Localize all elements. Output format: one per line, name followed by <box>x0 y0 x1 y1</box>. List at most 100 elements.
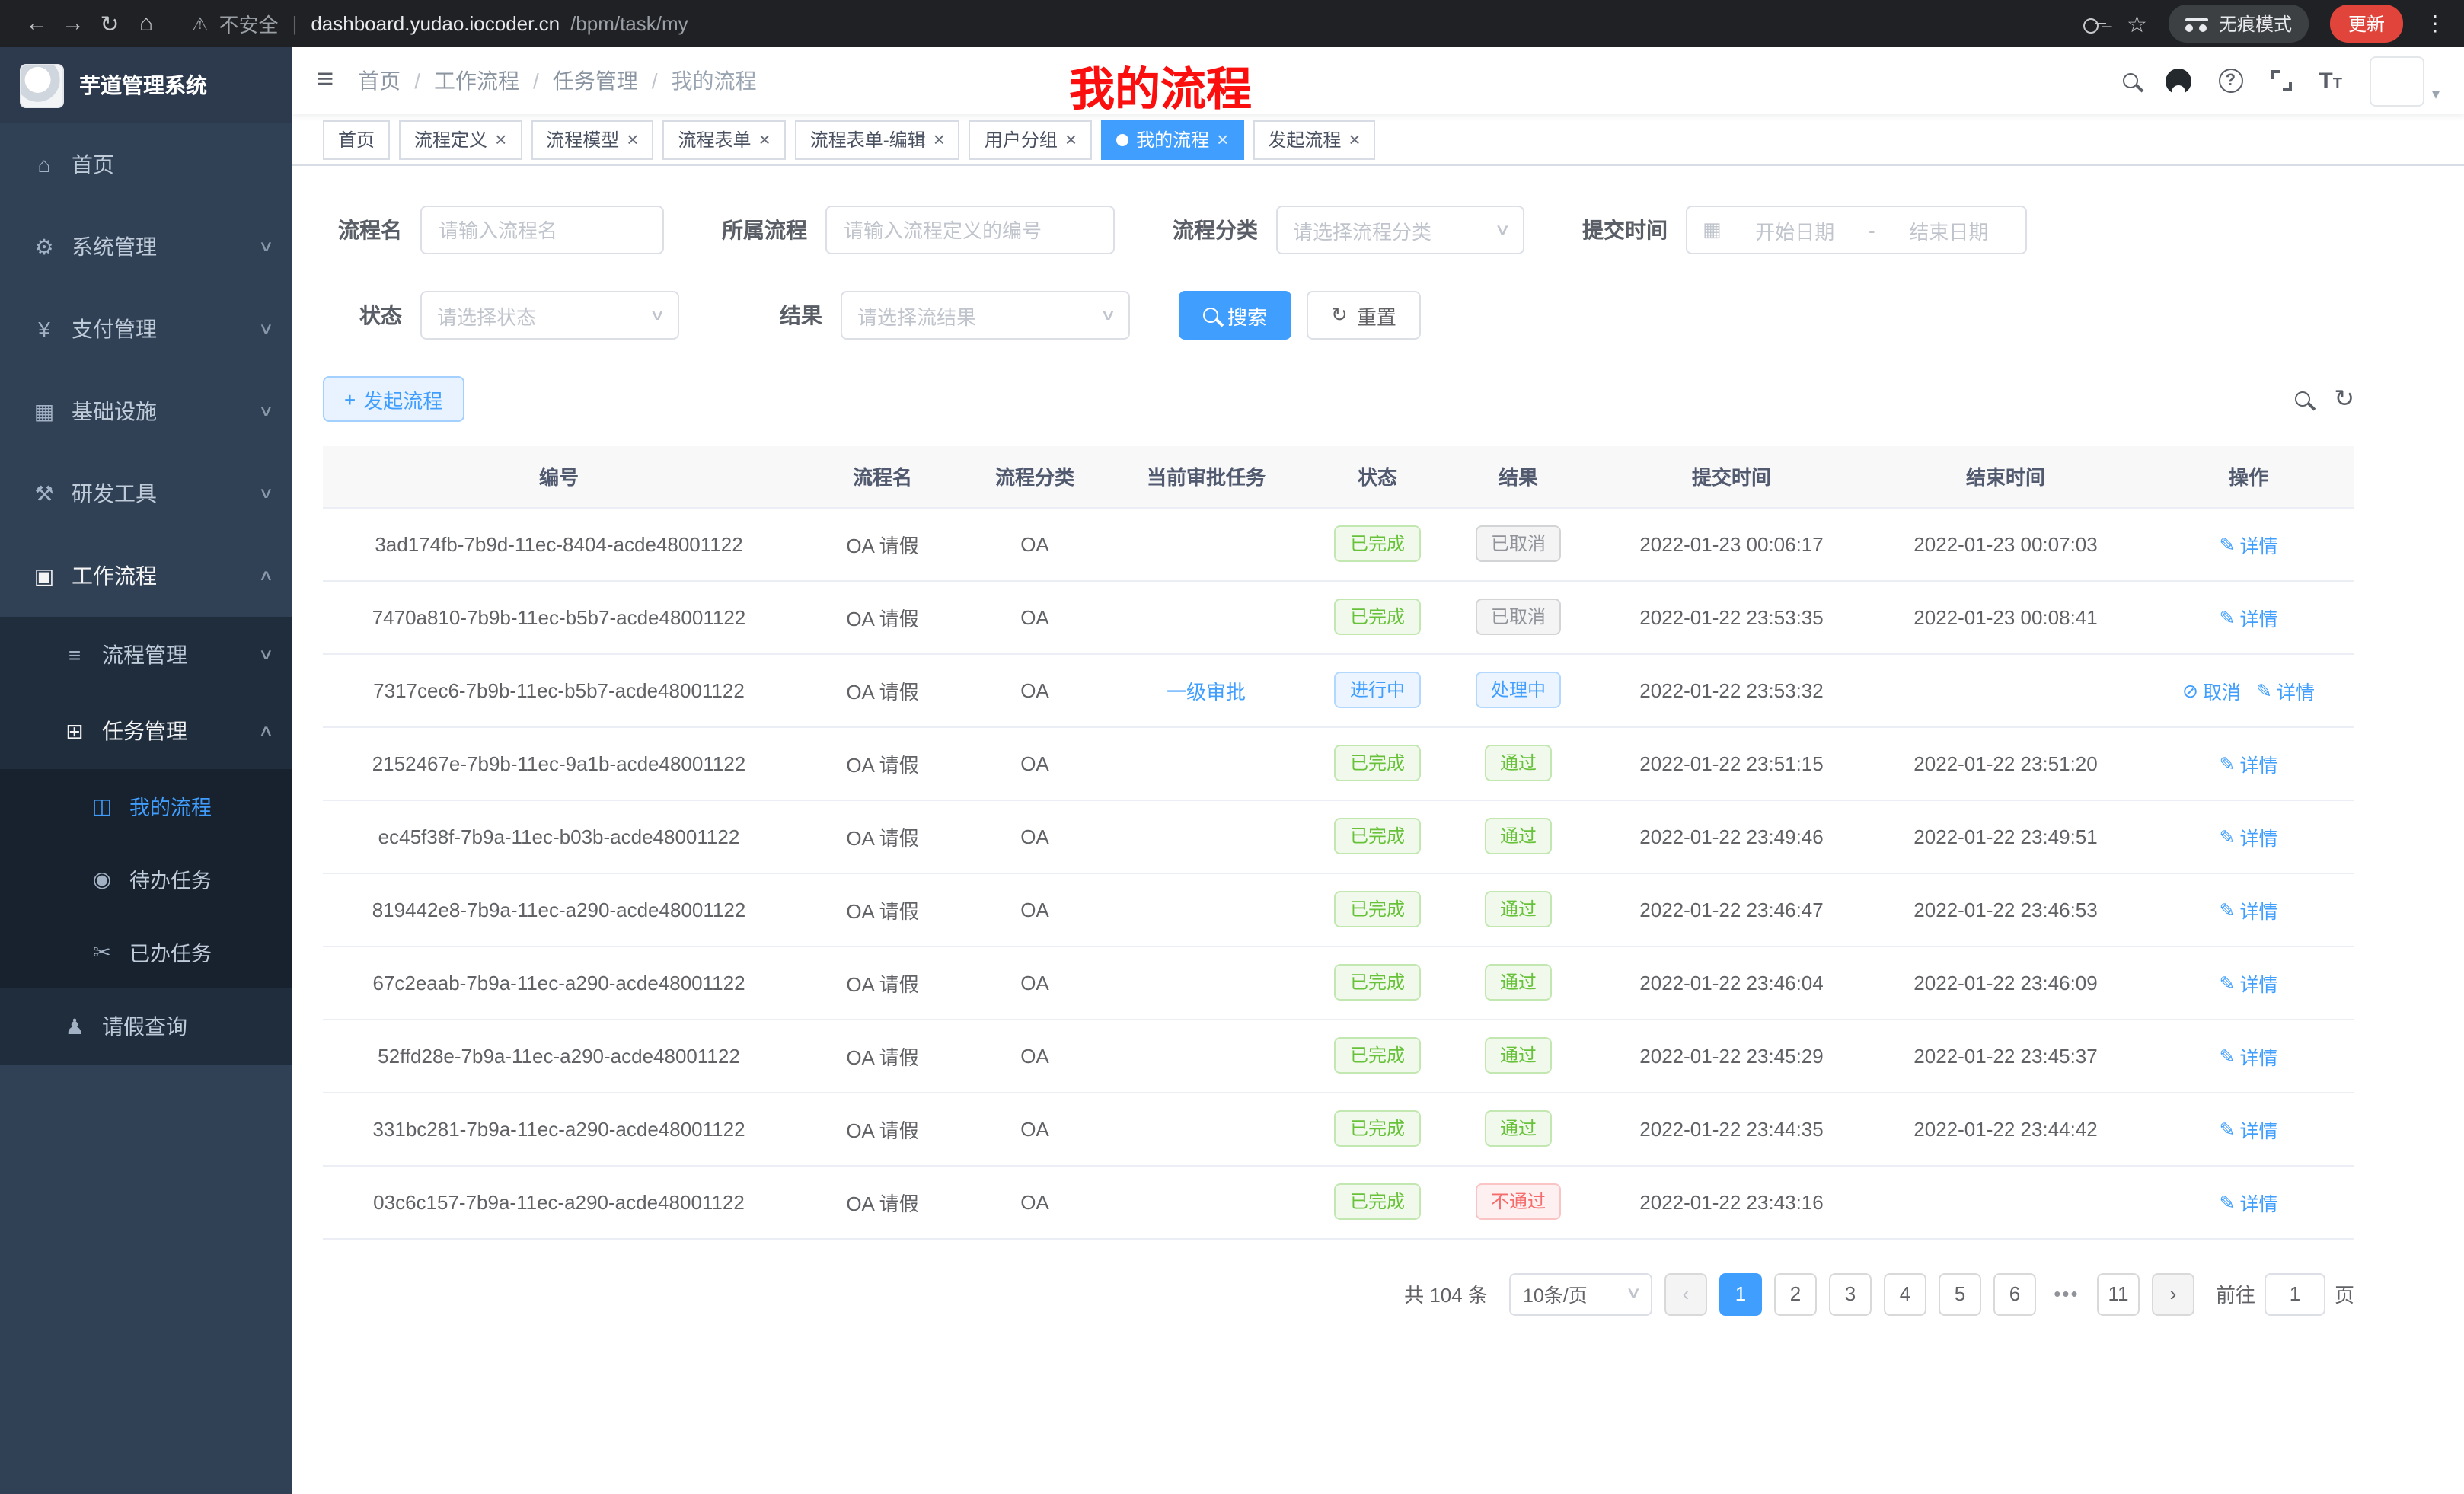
create-process-button[interactable]: + 发起流程 <box>323 376 464 422</box>
close-icon[interactable]: × <box>1065 129 1077 149</box>
tab-流程表单-编辑[interactable]: 流程表单-编辑× <box>795 120 960 159</box>
table-header-row: 编号流程名流程分类当前审批任务状态结果提交时间结束时间操作 <box>323 446 2354 507</box>
font-size-icon[interactable]: TT <box>2319 68 2342 94</box>
tab-流程定义[interactable]: 流程定义× <box>399 120 522 159</box>
breadcrumb-item[interactable]: 首页 <box>358 65 401 96</box>
page-button-11[interactable]: 11 <box>2097 1272 2140 1315</box>
actions-cell: ✎详情 <box>2143 580 2354 653</box>
page-button-3[interactable]: 3 <box>1829 1272 1872 1315</box>
sidebar-item-任务管理[interactable]: ⊞任务管理∧ <box>0 693 292 769</box>
sidebar-item-工作流程[interactable]: ▣工作流程∧ <box>0 535 292 617</box>
close-icon[interactable]: × <box>759 129 771 149</box>
sidebar-item-支付管理[interactable]: ¥支付管理∨ <box>0 288 292 370</box>
close-icon[interactable]: × <box>1217 129 1228 149</box>
tab-流程表单[interactable]: 流程表单× <box>662 120 785 159</box>
tab-首页[interactable]: 首页 <box>323 120 390 159</box>
result-select[interactable]: 请选择流结果 ∨ <box>841 291 1130 340</box>
next-page-button[interactable]: › <box>2152 1272 2194 1315</box>
status-cell: 已完成 <box>1313 1165 1442 1238</box>
end-time-cell: 2022-01-22 23:49:51 <box>1869 800 2143 873</box>
date-range-picker[interactable]: ▦ 开始日期 - 结束日期 <box>1686 206 2027 254</box>
status-cell: 已完成 <box>1313 946 1442 1019</box>
sidebar-item-流程管理[interactable]: ≡流程管理∨ <box>0 617 292 693</box>
search-icon[interactable] <box>2122 73 2137 88</box>
prev-page-button[interactable]: ‹ <box>1664 1272 1707 1315</box>
github-icon[interactable] <box>2165 68 2191 94</box>
page-size-select[interactable]: 10条/页 ∨ <box>1509 1272 1652 1315</box>
detail-action[interactable]: ✎详情 <box>2220 895 2278 924</box>
home-icon[interactable]: ⌂ <box>128 11 164 37</box>
sidebar-item-label: 流程管理 <box>102 640 187 670</box>
page-button-6[interactable]: 6 <box>1993 1272 2036 1315</box>
breadcrumb-item[interactable]: 任务管理 <box>553 65 638 96</box>
chevron-down-icon: ▾ <box>2432 86 2440 106</box>
sidebar-item-待办任务[interactable]: ◉待办任务 <box>0 842 292 915</box>
process-name-input[interactable] <box>420 206 664 254</box>
help-icon[interactable]: ? <box>2218 69 2242 93</box>
browser-menu-icon[interactable]: ⋮ <box>2424 11 2446 37</box>
user-menu[interactable]: ▾ <box>2370 56 2440 106</box>
sidebar-item-已办任务[interactable]: ✂已办任务 <box>0 915 292 988</box>
tab-发起流程[interactable]: 发起流程× <box>1253 120 1375 159</box>
status-select[interactable]: 请选择状态 ∨ <box>420 291 679 340</box>
font-size-small: T <box>2333 75 2342 92</box>
reset-button[interactable]: ↻ 重置 <box>1307 291 1421 340</box>
sidebar-item-我的流程[interactable]: ◫我的流程 <box>0 769 292 842</box>
password-key-icon[interactable] <box>2083 18 2105 30</box>
tab-我的流程[interactable]: 我的流程× <box>1101 120 1243 159</box>
goto-page-input[interactable] <box>2265 1272 2325 1315</box>
incognito-icon <box>2185 16 2208 31</box>
table-tools: ↻ <box>2294 384 2354 414</box>
parent-process-input[interactable] <box>825 206 1115 254</box>
detail-action[interactable]: ✎详情 <box>2220 529 2278 558</box>
column-header: 提交时间 <box>1594 446 1869 507</box>
avatar[interactable] <box>2370 56 2424 106</box>
close-icon[interactable]: × <box>1348 129 1360 149</box>
toggle-search-icon[interactable] <box>2294 391 2309 407</box>
sidebar-item-首页[interactable]: ⌂首页 <box>0 123 292 206</box>
close-icon[interactable]: × <box>627 129 638 149</box>
cancel-action[interactable]: ⊘取消 <box>2182 675 2241 704</box>
refresh-icon[interactable]: ↻ <box>2334 384 2354 414</box>
sidebar-item-研发工具[interactable]: ⚒研发工具∨ <box>0 452 292 535</box>
table-row: 52ffd28e-7b9a-11ec-a290-acde48001122OA 请… <box>323 1019 2354 1092</box>
detail-action[interactable]: ✎详情 <box>2220 1114 2278 1143</box>
sidebar-item-请假查询[interactable]: ♟请假查询 <box>0 988 292 1065</box>
category-cell: OA <box>970 580 1100 653</box>
close-icon[interactable]: × <box>495 129 506 149</box>
hamburger-icon[interactable]: ≡ <box>317 64 334 97</box>
close-icon[interactable]: × <box>934 129 945 149</box>
detail-action[interactable]: ✎详情 <box>2256 675 2315 704</box>
bookmark-star-icon[interactable]: ☆ <box>2127 10 2147 37</box>
page-button-1[interactable]: 1 <box>1719 1272 1762 1315</box>
detail-action[interactable]: ✎详情 <box>2220 822 2278 851</box>
detail-action[interactable]: ✎详情 <box>2220 968 2278 997</box>
current-task-link[interactable]: 一级审批 <box>1167 680 1246 703</box>
tab-用户分组[interactable]: 用户分组× <box>969 120 1092 159</box>
sidebar-item-基础设施[interactable]: ▦基础设施∨ <box>0 370 292 452</box>
tab-流程模型[interactable]: 流程模型× <box>531 120 653 159</box>
reload-icon[interactable]: ↻ <box>91 10 128 37</box>
address-bar[interactable]: ⚠ 不安全 | dashboard.yudao.iocoder.cn/bpm/t… <box>192 9 2083 38</box>
page-title-overlay: 我的流程 <box>1069 52 1252 119</box>
category-select[interactable]: 请选择流程分类 ∨ <box>1276 206 1524 254</box>
filter-row-1: 流程名 所属流程 流程分类 请选择流程分类 ∨ <box>323 206 2354 254</box>
back-icon[interactable]: ← <box>18 11 55 37</box>
update-button[interactable]: 更新 <box>2330 5 2403 43</box>
detail-action[interactable]: ✎详情 <box>2220 1187 2278 1216</box>
page-button-5[interactable]: 5 <box>1939 1272 1981 1315</box>
forward-icon[interactable]: → <box>55 11 91 37</box>
pagination-ellipsis[interactable]: ••• <box>2048 1282 2085 1305</box>
detail-action[interactable]: ✎详情 <box>2220 1041 2278 1070</box>
process-id-cell: ec45f38f-7b9a-11ec-b03b-acde48001122 <box>323 800 795 873</box>
page-button-4[interactable]: 4 <box>1884 1272 1926 1315</box>
page-button-2[interactable]: 2 <box>1774 1272 1817 1315</box>
column-header: 状态 <box>1313 446 1442 507</box>
search-button[interactable]: 搜索 <box>1179 291 1291 340</box>
detail-action[interactable]: ✎详情 <box>2220 602 2278 631</box>
fullscreen-icon[interactable] <box>2270 70 2291 91</box>
sidebar-item-系统管理[interactable]: ⚙系统管理∨ <box>0 206 292 288</box>
app-logo[interactable]: 芋道管理系统 <box>0 47 292 123</box>
detail-action[interactable]: ✎详情 <box>2220 749 2278 777</box>
breadcrumb-item[interactable]: 工作流程 <box>434 65 519 96</box>
